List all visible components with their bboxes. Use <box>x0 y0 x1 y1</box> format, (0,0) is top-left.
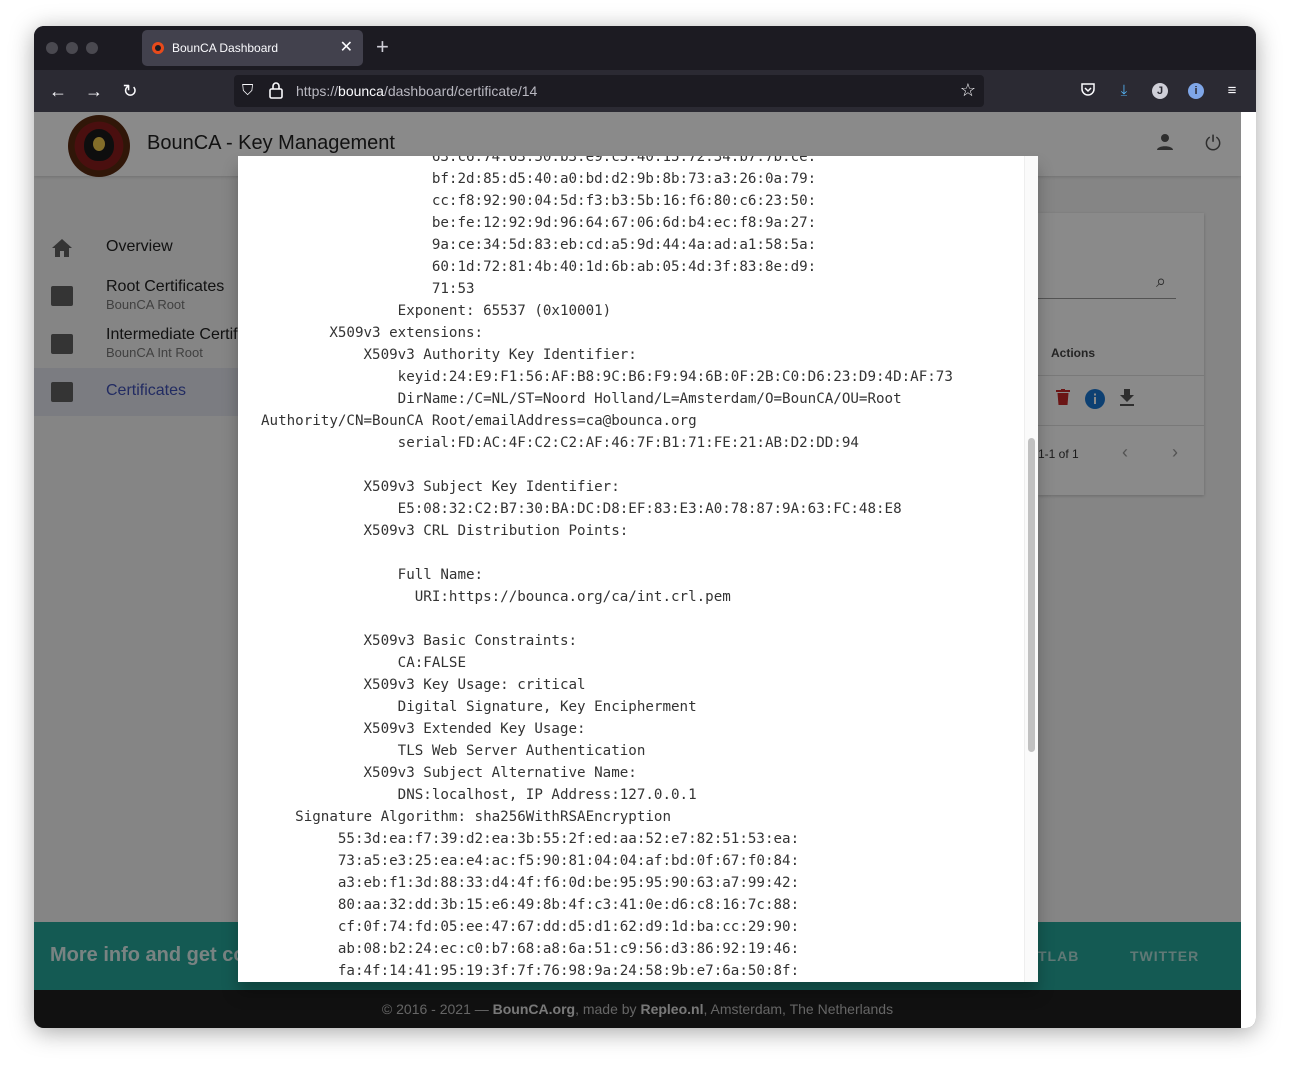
window-zoom-button[interactable] <box>86 42 98 54</box>
navigation-toolbar: ← → ↻ ⛉ https://bounca/dashboard/certifi… <box>34 70 1256 112</box>
url-bar[interactable]: ⛉ https://bounca/dashboard/certificate/1… <box>234 75 984 107</box>
lock-icon[interactable] <box>268 81 284 105</box>
arrow-left-icon[interactable]: ← <box>46 79 70 103</box>
star-icon[interactable]: ☆ <box>960 80 976 101</box>
shield-icon[interactable]: ⛉ <box>242 81 253 101</box>
tab-title: BounCA Dashboard <box>172 41 279 55</box>
browser-window: BounCA Dashboard ✕ + ← → ↻ ⛉ https://bou… <box>34 26 1256 1028</box>
url-text[interactable]: https://bounca/dashboard/certificate/14 <box>296 83 537 99</box>
reload-icon[interactable]: ↻ <box>118 79 142 103</box>
certificate-text: 63:c6:74:63:50:b3:e9:c5:40:15:72:34:b7:7… <box>261 156 953 979</box>
arrow-right-icon[interactable]: → <box>82 79 106 103</box>
dialog-scrollbar-thumb[interactable] <box>1028 438 1035 752</box>
download-icon[interactable]: ⤓ <box>1114 81 1134 101</box>
bounca-favicon-icon <box>152 42 164 54</box>
window-minimize-button[interactable] <box>66 42 78 54</box>
tab-close-icon[interactable]: ✕ <box>340 40 353 56</box>
hamburger-menu-icon[interactable]: ≡ <box>1222 81 1242 101</box>
dialog-scrollbar[interactable] <box>1024 156 1038 982</box>
browser-tab[interactable]: BounCA Dashboard ✕ <box>142 30 363 66</box>
new-tab-icon[interactable]: + <box>376 36 389 58</box>
window-close-button[interactable] <box>46 42 58 54</box>
certificate-info-dialog: 63:c6:74:63:50:b3:e9:c5:40:15:72:34:b7:7… <box>238 156 1038 982</box>
page-scrollbar[interactable] <box>1241 112 1256 1028</box>
account-icon[interactable]: J <box>1152 83 1168 99</box>
tab-strip: BounCA Dashboard ✕ + <box>34 26 1256 70</box>
pocket-icon[interactable] <box>1078 81 1098 101</box>
page-viewport: BounCA - Key Management ⏻ Overview Root … <box>34 112 1241 1028</box>
password-manager-icon[interactable]: i <box>1188 83 1204 99</box>
